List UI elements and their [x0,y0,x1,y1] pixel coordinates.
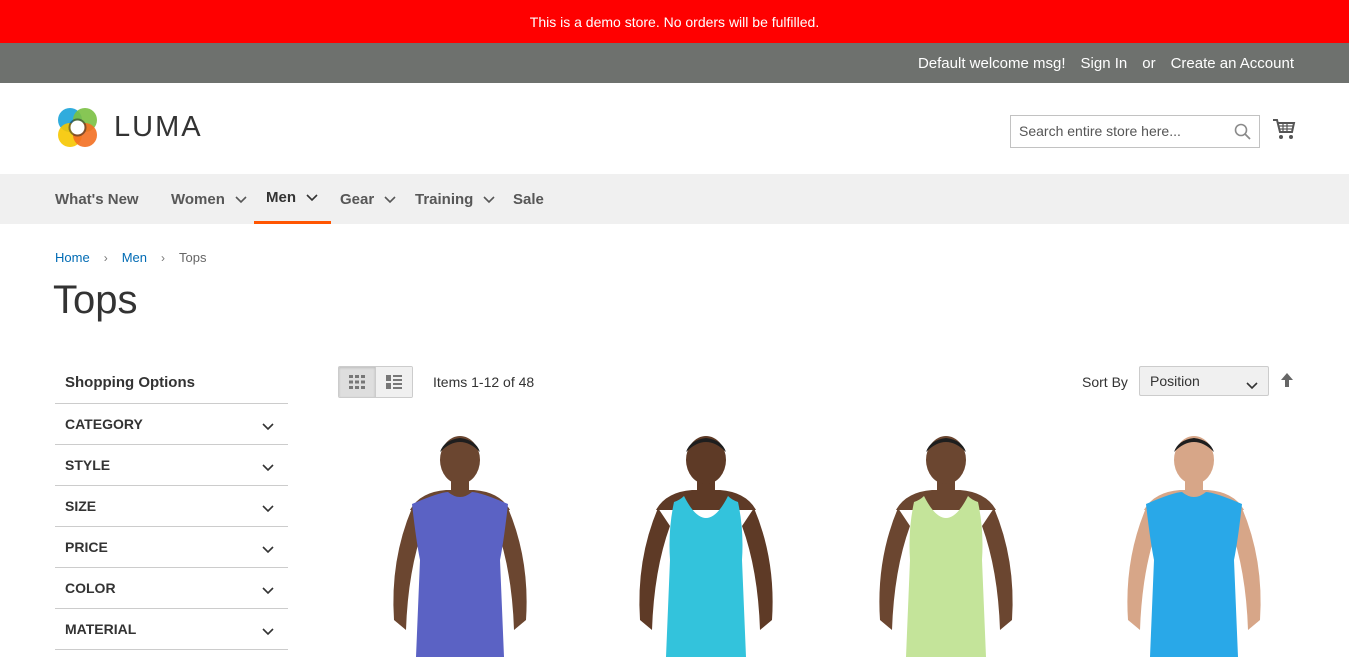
nav-item-label: Men [266,189,296,206]
breadcrumb-current: Tops [178,250,207,265]
create-account-link[interactable]: Create an Account [1171,55,1294,72]
chevron-down-icon [262,541,274,557]
filter-category[interactable]: CATEGORY [55,404,288,445]
nav-item-label: What's New [55,190,139,208]
logo[interactable]: LUMA [55,105,203,150]
chevron-down-icon [384,191,396,208]
filter-label: COLOR [65,580,116,596]
list-icon [386,375,402,389]
nav-item-whats-new[interactable]: What's New [55,174,139,224]
breadcrumb-men[interactable]: Men [122,250,147,265]
search-box [1010,115,1260,148]
cart-icon[interactable] [1272,118,1296,145]
filter-label: SIZE [65,498,97,514]
filter-style[interactable]: STYLE [55,445,288,486]
nav-item-gear[interactable]: Gear [340,174,396,224]
product-image[interactable] [578,430,818,657]
page-title: Tops [53,278,138,322]
nav-item-training[interactable]: Training [415,174,495,224]
sort-direction-arrow-icon[interactable] [1280,372,1294,393]
chevron-down-icon [483,191,495,208]
chevron-down-icon [262,582,274,598]
filter-price[interactable]: PRICE [55,527,288,568]
product-image[interactable] [1058,430,1298,657]
shopping-options-title: Shopping Options [55,362,288,404]
product-item[interactable] [338,430,578,657]
sidebar: Shopping Options CATEGORY STYLE SIZE PRI… [55,362,288,650]
filter-color[interactable]: COLOR [55,568,288,609]
nav-item-sale[interactable]: Sale [513,174,544,224]
breadcrumb: Home › Men › Tops [55,250,206,265]
filter-size[interactable]: SIZE [55,486,288,527]
top-bar: Default welcome msg! Sign In or Create a… [0,43,1349,83]
breadcrumb-separator-icon: › [160,250,165,265]
products-toolbar: Items 1-12 of 48 Sort By Position [338,366,1296,398]
demo-notice-text: This is a demo store. No orders will be … [529,13,820,30]
product-grid [338,430,1298,657]
filter-label: CATEGORY [65,416,143,432]
nav-item-label: Sale [513,190,544,208]
chevron-down-icon [306,189,318,206]
welcome-message: Default welcome msg! [917,54,1066,72]
filter-label: MATERIAL [65,621,137,637]
sort-by-value: Position [1150,373,1200,389]
list-view-button[interactable] [376,367,412,397]
product-image[interactable] [338,430,578,657]
product-item[interactable] [818,430,1058,657]
product-image[interactable] [818,430,1058,657]
sign-in-link[interactable]: Sign In [1081,55,1128,72]
nav-item-label: Training [415,190,474,208]
chevron-down-icon [235,191,247,208]
grid-icon [349,375,365,389]
nav-item-label: Gear [340,190,375,208]
nav-item-men[interactable]: Men [254,174,331,224]
demo-notice: This is a demo store. No orders will be … [0,0,1349,43]
header: LUMA [0,83,1349,174]
filter-label: STYLE [65,457,111,473]
filter-material[interactable]: MATERIAL [55,609,288,650]
chevron-down-icon [262,418,274,434]
nav-item-label: Women [171,190,225,208]
chevron-down-icon [262,623,274,639]
or-text: or [1142,54,1156,72]
nav-item-women[interactable]: Women [171,174,247,224]
chevron-down-icon [1246,377,1258,395]
toolbar-amount: Items 1-12 of 48 [433,374,535,390]
chevron-down-icon [262,500,274,516]
product-item[interactable] [578,430,818,657]
sort-by-select[interactable]: Position [1139,366,1269,396]
view-mode-switch [338,366,413,398]
main-nav: What's New Women Men Gear Training Sale [0,174,1349,224]
filter-label: PRICE [65,539,108,555]
breadcrumb-separator-icon: › [103,250,108,265]
search-icon[interactable] [1234,123,1251,145]
grid-view-button[interactable] [339,367,376,397]
chevron-down-icon [262,459,274,475]
luma-logo-icon [58,108,97,147]
sort-by-label: Sort By [1082,374,1128,390]
breadcrumb-home[interactable]: Home [55,250,90,265]
search-input[interactable] [1011,116,1219,145]
logo-text: LUMA [114,111,203,143]
product-item[interactable] [1058,430,1298,657]
